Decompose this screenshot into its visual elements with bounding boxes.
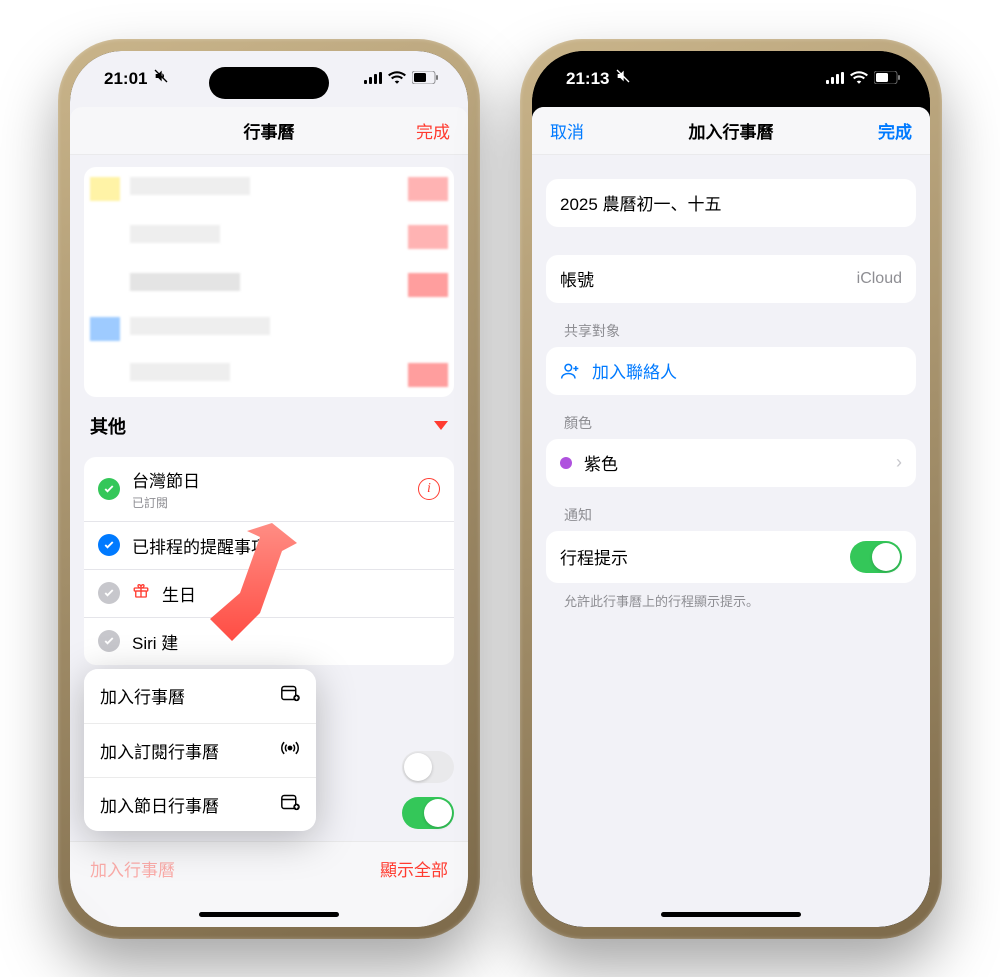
nav-title: 行事曆 [244,118,295,143]
toggle-switch[interactable] [402,751,454,783]
calendar-row-birthdays[interactable]: 生日 [84,569,454,617]
add-calendar-link[interactable]: 加入行事曆 [90,856,175,881]
dynamic-island [671,67,791,99]
calendars-list: 其他 台灣節日 已訂閱 i [70,155,468,927]
toggle-switch[interactable] [402,797,454,829]
popup-label: 加入訂閱行事曆 [100,738,219,763]
phone-right: 21:13 吳仁 ⓘ [520,39,942,939]
section-header-other[interactable]: 其他 [84,397,454,445]
color-swatch-icon [560,457,572,469]
gift-icon [132,582,150,605]
calendar-plus-icon [280,793,300,816]
color-row[interactable]: 紫色 › [546,439,916,487]
account-row[interactable]: 帳號 iCloud [546,255,916,303]
group-header-notify: 通知 [546,487,916,531]
input-value: 2025 農曆初一、十五 [560,190,722,215]
calendar-plus-icon [280,684,300,707]
popup-label: 加入節日行事曆 [100,792,219,817]
checkmark-icon [98,478,120,500]
personal-calendars-card-blurred [84,167,454,397]
home-indicator[interactable] [199,912,339,917]
mute-icon [615,68,631,89]
mute-icon [153,68,169,89]
chevron-down-icon [434,421,448,430]
battery-icon [412,69,438,89]
popup-item-add-holiday[interactable]: 加入節日行事曆 [84,777,316,831]
row-value: iCloud [857,270,902,288]
calendar-row-siri[interactable]: Siri 建 [84,617,454,665]
broadcast-icon [280,738,300,763]
done-button[interactable]: 完成 [864,118,912,143]
group-header-share: 共享對象 [546,303,916,347]
home-indicator[interactable] [661,912,801,917]
popup-label: 加入行事曆 [100,683,185,708]
row-label: 生日 [162,581,196,606]
row-label: 行程提示 [560,544,628,569]
status-time: 21:13 [566,69,609,89]
group-header-color: 顏色 [546,395,916,439]
checkmark-icon [98,630,120,652]
notify-toggle[interactable] [850,541,902,573]
person-plus-icon [560,361,580,381]
wifi-icon [850,69,868,89]
row-label: 加入聯絡人 [592,358,677,383]
checkmark-icon [98,534,120,556]
row-label: 已排程的提醒事項 [132,533,268,558]
status-time: 21:01 [104,69,147,89]
nav-title: 加入行事曆 [689,118,774,143]
add-calendar-sheet: 取消 加入行事曆 完成 2025 農曆初一、十五 帳號 [532,107,930,927]
info-icon[interactable]: i [418,478,440,500]
popup-item-add-calendar[interactable]: 加入行事曆 [84,669,316,723]
chevron-right-icon: › [896,452,902,473]
row-label: 帳號 [560,266,594,291]
row-subtitle: 已訂閱 [132,494,200,511]
calendar-row-taiwan-holidays[interactable]: 台灣節日 已訂閱 i [84,457,454,521]
notify-row: 行程提示 [546,531,916,583]
add-calendar-popup: 加入行事曆 加入訂閱行事曆 [84,669,316,831]
row-label: Siri 建 [132,629,178,654]
notify-hint: 允許此行事曆上的行程顯示提示。 [546,583,916,610]
row-label: 台灣節日 [132,467,200,492]
nav-bar: 行事曆 完成 [70,107,468,155]
signal-icon [826,69,844,89]
sheet-nav: 取消 加入行事曆 完成 [532,107,930,155]
background-toggles [402,751,454,829]
cancel-button[interactable]: 取消 [550,118,598,143]
calendar-name-input[interactable]: 2025 農曆初一、十五 [546,179,916,227]
checkmark-icon [98,582,120,604]
calendar-row-scheduled-reminders[interactable]: 已排程的提醒事項 [84,521,454,569]
battery-icon [874,69,900,89]
popup-item-add-subscription[interactable]: 加入訂閱行事曆 [84,723,316,777]
phone-left: 21:01 吳仁 ⓘ [58,39,480,939]
add-contact-row[interactable]: 加入聯絡人 [546,347,916,395]
section-header-label: 其他 [90,413,126,439]
row-label: 紫色 [584,450,618,475]
dynamic-island [209,67,329,99]
signal-icon [364,69,382,89]
done-button[interactable]: 完成 [402,118,450,143]
show-all-link[interactable]: 顯示全部 [380,856,448,881]
wifi-icon [388,69,406,89]
other-calendars-card: 台灣節日 已訂閱 i 已排程的提醒事項 [84,457,454,665]
